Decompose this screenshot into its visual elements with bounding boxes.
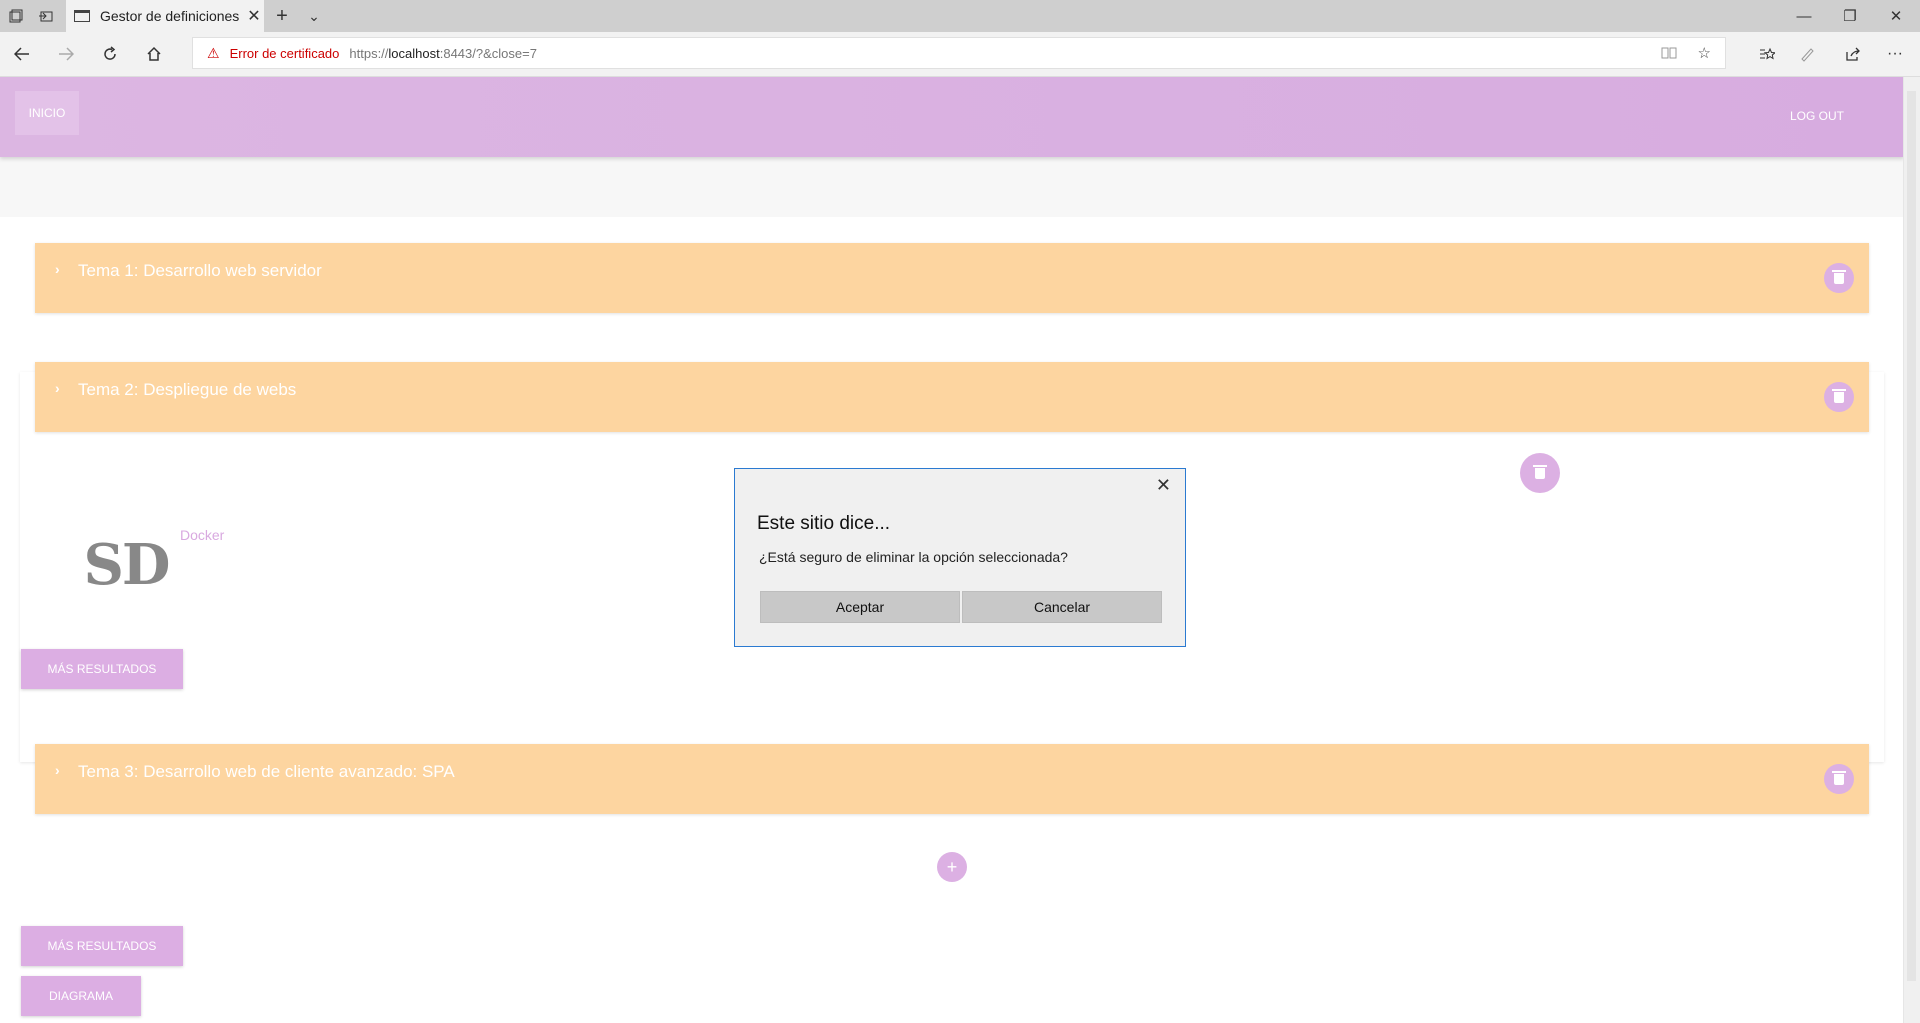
share-icon[interactable]	[1836, 40, 1870, 68]
refresh-icon[interactable]	[94, 40, 126, 68]
diagram-button[interactable]: DIAGRAMA	[21, 976, 141, 1016]
close-window-button[interactable]: ✕	[1873, 0, 1919, 32]
url-text: https://localhost:8443/?&close=7	[349, 45, 537, 61]
new-tab-button[interactable]: +	[268, 2, 296, 30]
home-button[interactable]: INICIO	[15, 91, 79, 135]
more-options-icon[interactable]: ···	[1878, 40, 1912, 68]
dialog-title: Este sitio dice...	[757, 513, 891, 534]
topic-panel-1[interactable]: › Tema 1: Desarrollo web servidor	[35, 243, 1869, 313]
chevron-right-icon: ›	[55, 762, 60, 778]
confirm-dialog: ✕ Este sitio dice... ¿Está seguro de eli…	[734, 468, 1186, 647]
scrollbar-thumb[interactable]	[1907, 91, 1916, 981]
tab-close-icon[interactable]: ✕	[244, 6, 264, 26]
favorites-list-icon[interactable]	[1750, 40, 1784, 68]
pen-notes-icon[interactable]	[1790, 40, 1824, 68]
warning-icon: ⚠	[207, 44, 220, 61]
address-bar[interactable]: ⚠ Error de certificado https://localhost…	[192, 37, 1726, 69]
delete-topic-button[interactable]	[1824, 382, 1854, 412]
definition-logo: SD	[83, 532, 170, 598]
back-arrow-icon[interactable]	[6, 40, 38, 68]
more-results-button[interactable]: MÁS RESULTADOS	[21, 649, 183, 689]
chevron-right-icon: ›	[55, 380, 60, 396]
topic-panel-3[interactable]: › Tema 3: Desarrollo web de cliente avan…	[35, 744, 1869, 814]
trash-icon	[1832, 269, 1846, 284]
browser-tab[interactable]: Gestor de definiciones ✕	[66, 0, 264, 32]
tab-actions-icon[interactable]	[2, 2, 30, 30]
chevron-right-icon: ›	[55, 261, 60, 277]
tab-title: Gestor de definiciones	[100, 8, 240, 24]
reading-view-icon[interactable]	[1661, 38, 1677, 68]
delete-definition-button[interactable]	[1520, 453, 1560, 493]
logout-button[interactable]: LOG OUT	[1790, 109, 1844, 123]
favorite-star-icon[interactable]: ☆	[1698, 38, 1711, 68]
certificate-error-label[interactable]: Error de certificado	[230, 46, 340, 61]
more-results-button-bottom[interactable]: MÁS RESULTADOS	[21, 926, 183, 966]
topic-title: Tema 3: Desarrollo web de cliente avanza…	[78, 762, 455, 781]
topic-title: Tema 1: Desarrollo web servidor	[78, 261, 322, 280]
browser-tab-bar: Gestor de definiciones ✕ + ⌄ — ❐ ✕	[0, 0, 1920, 32]
delete-topic-button[interactable]	[1824, 263, 1854, 293]
accept-button[interactable]: Aceptar	[760, 591, 960, 623]
page-icon	[74, 10, 90, 22]
minimize-button[interactable]: —	[1781, 0, 1827, 32]
browser-toolbar: ⚠ Error de certificado https://localhost…	[0, 32, 1920, 77]
topic-panel-2[interactable]: › Tema 2: Despliegue de webs	[35, 362, 1869, 432]
dialog-message: ¿Está seguro de eliminar la opción selec…	[759, 549, 1068, 565]
close-icon[interactable]: ✕	[1156, 475, 1171, 496]
forward-arrow-icon[interactable]	[50, 40, 82, 68]
trash-icon	[1832, 388, 1846, 403]
delete-topic-button[interactable]	[1824, 764, 1854, 794]
trash-icon	[1832, 770, 1846, 785]
restore-button[interactable]: ❐	[1827, 0, 1873, 32]
home-icon[interactable]	[138, 40, 170, 68]
page-scrollbar[interactable]	[1903, 77, 1920, 1023]
definition-link[interactable]: Docker	[180, 527, 224, 543]
app-header: INICIO LOG OUT	[0, 77, 1904, 157]
chevron-down-icon[interactable]: ⌄	[300, 2, 328, 30]
trash-icon	[1533, 464, 1547, 479]
topic-title: Tema 2: Despliegue de webs	[78, 380, 297, 399]
set-aside-tabs-icon[interactable]	[32, 2, 60, 30]
cancel-button[interactable]: Cancelar	[962, 591, 1162, 623]
add-topic-button[interactable]: +	[937, 852, 967, 882]
